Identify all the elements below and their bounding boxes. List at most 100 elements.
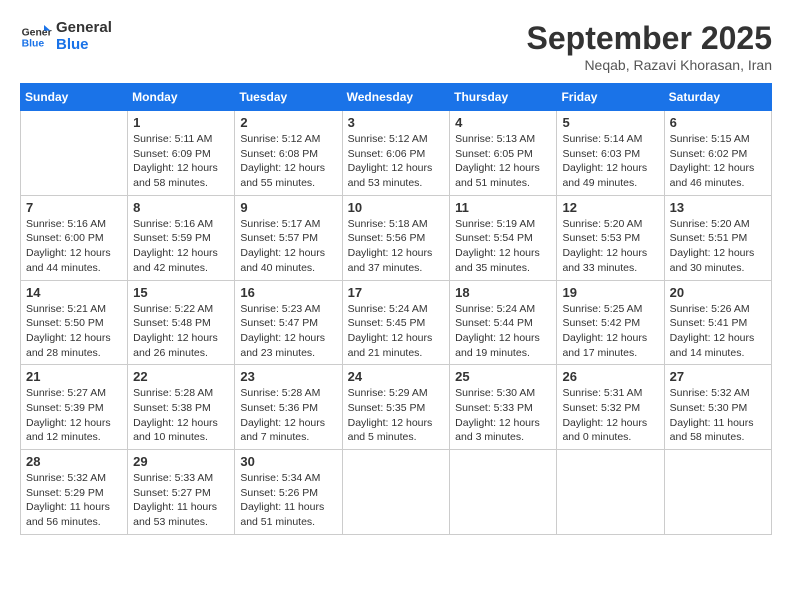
calendar-cell bbox=[450, 450, 557, 535]
weekday-header-monday: Monday bbox=[128, 84, 235, 111]
day-number: 14 bbox=[26, 285, 122, 300]
day-info: Sunrise: 5:34 AM Sunset: 5:26 PM Dayligh… bbox=[240, 471, 336, 530]
day-info: Sunrise: 5:28 AM Sunset: 5:36 PM Dayligh… bbox=[240, 386, 336, 445]
day-info: Sunrise: 5:32 AM Sunset: 5:29 PM Dayligh… bbox=[26, 471, 122, 530]
day-info: Sunrise: 5:17 AM Sunset: 5:57 PM Dayligh… bbox=[240, 217, 336, 276]
location-subtitle: Neqab, Razavi Khorasan, Iran bbox=[527, 57, 772, 73]
calendar-body: 1 Sunrise: 5:11 AM Sunset: 6:09 PM Daylig… bbox=[21, 111, 772, 535]
day-info: Sunrise: 5:29 AM Sunset: 5:35 PM Dayligh… bbox=[348, 386, 445, 445]
day-number: 13 bbox=[670, 200, 766, 215]
calendar-week-2: 7 Sunrise: 5:16 AM Sunset: 6:00 PM Daylig… bbox=[21, 195, 772, 280]
day-info: Sunrise: 5:33 AM Sunset: 5:27 PM Dayligh… bbox=[133, 471, 229, 530]
calendar-cell: 12 Sunrise: 5:20 AM Sunset: 5:53 PM Dayli… bbox=[557, 195, 664, 280]
calendar-cell: 5 Sunrise: 5:14 AM Sunset: 6:03 PM Daylig… bbox=[557, 111, 664, 196]
calendar-cell: 2 Sunrise: 5:12 AM Sunset: 6:08 PM Daylig… bbox=[235, 111, 342, 196]
calendar-week-5: 28Sunrise: 5:32 AM Sunset: 5:29 PM Dayli… bbox=[21, 450, 772, 535]
day-info: Sunrise: 5:12 AM Sunset: 6:06 PM Dayligh… bbox=[348, 132, 445, 191]
day-number: 6 bbox=[670, 115, 766, 130]
calendar-cell bbox=[21, 111, 128, 196]
calendar-cell: 6Sunrise: 5:15 AM Sunset: 6:02 PM Daylig… bbox=[664, 111, 771, 196]
day-number: 11 bbox=[455, 200, 551, 215]
day-info: Sunrise: 5:11 AM Sunset: 6:09 PM Dayligh… bbox=[133, 132, 229, 191]
day-info: Sunrise: 5:20 AM Sunset: 5:53 PM Dayligh… bbox=[562, 217, 658, 276]
day-number: 7 bbox=[26, 200, 122, 215]
calendar-cell: 28Sunrise: 5:32 AM Sunset: 5:29 PM Dayli… bbox=[21, 450, 128, 535]
day-number: 1 bbox=[133, 115, 229, 130]
calendar-week-3: 14 Sunrise: 5:21 AM Sunset: 5:50 PM Dayli… bbox=[21, 280, 772, 365]
logo-line1: General bbox=[56, 20, 112, 37]
weekday-header-friday: Friday bbox=[557, 84, 664, 111]
day-info: Sunrise: 5:32 AM Sunset: 5:30 PM Dayligh… bbox=[670, 386, 766, 445]
page-header: General Blue General Blue September 2025… bbox=[20, 20, 772, 73]
day-number: 2 bbox=[240, 115, 336, 130]
calendar-cell bbox=[557, 450, 664, 535]
day-info: Sunrise: 5:27 AM Sunset: 5:39 PM Dayligh… bbox=[26, 386, 122, 445]
day-info: Sunrise: 5:22 AM Sunset: 5:48 PM Dayligh… bbox=[133, 302, 229, 361]
calendar-cell: 10 Sunrise: 5:18 AM Sunset: 5:56 PM Dayli… bbox=[342, 195, 450, 280]
calendar-cell: 11 Sunrise: 5:19 AM Sunset: 5:54 PM Dayli… bbox=[450, 195, 557, 280]
calendar-cell bbox=[664, 450, 771, 535]
day-info: Sunrise: 5:26 AM Sunset: 5:41 PM Dayligh… bbox=[670, 302, 766, 361]
calendar-header: SundayMondayTuesdayWednesdayThursdayFrid… bbox=[21, 84, 772, 111]
calendar-cell: 3 Sunrise: 5:12 AM Sunset: 6:06 PM Daylig… bbox=[342, 111, 450, 196]
day-info: Sunrise: 5:25 AM Sunset: 5:42 PM Dayligh… bbox=[562, 302, 658, 361]
calendar-cell: 19 Sunrise: 5:25 AM Sunset: 5:42 PM Dayli… bbox=[557, 280, 664, 365]
day-info: Sunrise: 5:21 AM Sunset: 5:50 PM Dayligh… bbox=[26, 302, 122, 361]
day-number: 17 bbox=[348, 285, 445, 300]
day-number: 29 bbox=[133, 454, 229, 469]
weekday-header-saturday: Saturday bbox=[664, 84, 771, 111]
month-title: September 2025 bbox=[527, 20, 772, 57]
calendar-cell: 25Sunrise: 5:30 AM Sunset: 5:33 PM Dayli… bbox=[450, 365, 557, 450]
day-info: Sunrise: 5:13 AM Sunset: 6:05 PM Dayligh… bbox=[455, 132, 551, 191]
calendar-cell: 22Sunrise: 5:28 AM Sunset: 5:38 PM Dayli… bbox=[128, 365, 235, 450]
day-number: 23 bbox=[240, 369, 336, 384]
calendar-cell: 16 Sunrise: 5:23 AM Sunset: 5:47 PM Dayli… bbox=[235, 280, 342, 365]
calendar-cell: 7 Sunrise: 5:16 AM Sunset: 6:00 PM Daylig… bbox=[21, 195, 128, 280]
day-number: 16 bbox=[240, 285, 336, 300]
day-info: Sunrise: 5:23 AM Sunset: 5:47 PM Dayligh… bbox=[240, 302, 336, 361]
day-number: 12 bbox=[562, 200, 658, 215]
day-info: Sunrise: 5:28 AM Sunset: 5:38 PM Dayligh… bbox=[133, 386, 229, 445]
calendar-cell: 8 Sunrise: 5:16 AM Sunset: 5:59 PM Daylig… bbox=[128, 195, 235, 280]
day-number: 15 bbox=[133, 285, 229, 300]
calendar-cell: 26 Sunrise: 5:31 AM Sunset: 5:32 PM Dayli… bbox=[557, 365, 664, 450]
weekday-header-thursday: Thursday bbox=[450, 84, 557, 111]
day-number: 19 bbox=[562, 285, 658, 300]
day-info: Sunrise: 5:12 AM Sunset: 6:08 PM Dayligh… bbox=[240, 132, 336, 191]
logo-line2: Blue bbox=[56, 37, 112, 54]
day-info: Sunrise: 5:14 AM Sunset: 6:03 PM Dayligh… bbox=[562, 132, 658, 191]
calendar-week-4: 21Sunrise: 5:27 AM Sunset: 5:39 PM Dayli… bbox=[21, 365, 772, 450]
calendar-cell: 20Sunrise: 5:26 AM Sunset: 5:41 PM Dayli… bbox=[664, 280, 771, 365]
calendar-cell: 21Sunrise: 5:27 AM Sunset: 5:39 PM Dayli… bbox=[21, 365, 128, 450]
day-number: 4 bbox=[455, 115, 551, 130]
calendar-cell: 1 Sunrise: 5:11 AM Sunset: 6:09 PM Daylig… bbox=[128, 111, 235, 196]
day-info: Sunrise: 5:31 AM Sunset: 5:32 PM Dayligh… bbox=[562, 386, 658, 445]
calendar-table: SundayMondayTuesdayWednesdayThursdayFrid… bbox=[20, 83, 772, 535]
svg-text:Blue: Blue bbox=[22, 38, 45, 49]
day-info: Sunrise: 5:16 AM Sunset: 5:59 PM Dayligh… bbox=[133, 217, 229, 276]
calendar-cell: 13 Sunrise: 5:20 AM Sunset: 5:51 PM Dayli… bbox=[664, 195, 771, 280]
day-number: 10 bbox=[348, 200, 445, 215]
day-number: 9 bbox=[240, 200, 336, 215]
calendar-cell: 4 Sunrise: 5:13 AM Sunset: 6:05 PM Daylig… bbox=[450, 111, 557, 196]
day-info: Sunrise: 5:18 AM Sunset: 5:56 PM Dayligh… bbox=[348, 217, 445, 276]
calendar-cell: 15 Sunrise: 5:22 AM Sunset: 5:48 PM Dayli… bbox=[128, 280, 235, 365]
day-number: 24 bbox=[348, 369, 445, 384]
day-info: Sunrise: 5:20 AM Sunset: 5:51 PM Dayligh… bbox=[670, 217, 766, 276]
day-number: 8 bbox=[133, 200, 229, 215]
day-number: 5 bbox=[562, 115, 658, 130]
day-info: Sunrise: 5:16 AM Sunset: 6:00 PM Dayligh… bbox=[26, 217, 122, 276]
day-info: Sunrise: 5:24 AM Sunset: 5:45 PM Dayligh… bbox=[348, 302, 445, 361]
calendar-cell: 24 Sunrise: 5:29 AM Sunset: 5:35 PM Dayli… bbox=[342, 365, 450, 450]
title-section: September 2025 Neqab, Razavi Khorasan, I… bbox=[527, 20, 772, 73]
day-info: Sunrise: 5:19 AM Sunset: 5:54 PM Dayligh… bbox=[455, 217, 551, 276]
calendar-cell: 29 Sunrise: 5:33 AM Sunset: 5:27 PM Dayli… bbox=[128, 450, 235, 535]
day-number: 30 bbox=[240, 454, 336, 469]
calendar-cell: 18Sunrise: 5:24 AM Sunset: 5:44 PM Dayli… bbox=[450, 280, 557, 365]
weekday-header-row: SundayMondayTuesdayWednesdayThursdayFrid… bbox=[21, 84, 772, 111]
day-number: 3 bbox=[348, 115, 445, 130]
day-number: 26 bbox=[562, 369, 658, 384]
calendar-cell: 9 Sunrise: 5:17 AM Sunset: 5:57 PM Daylig… bbox=[235, 195, 342, 280]
calendar-cell: 23 Sunrise: 5:28 AM Sunset: 5:36 PM Dayli… bbox=[235, 365, 342, 450]
calendar-cell bbox=[342, 450, 450, 535]
